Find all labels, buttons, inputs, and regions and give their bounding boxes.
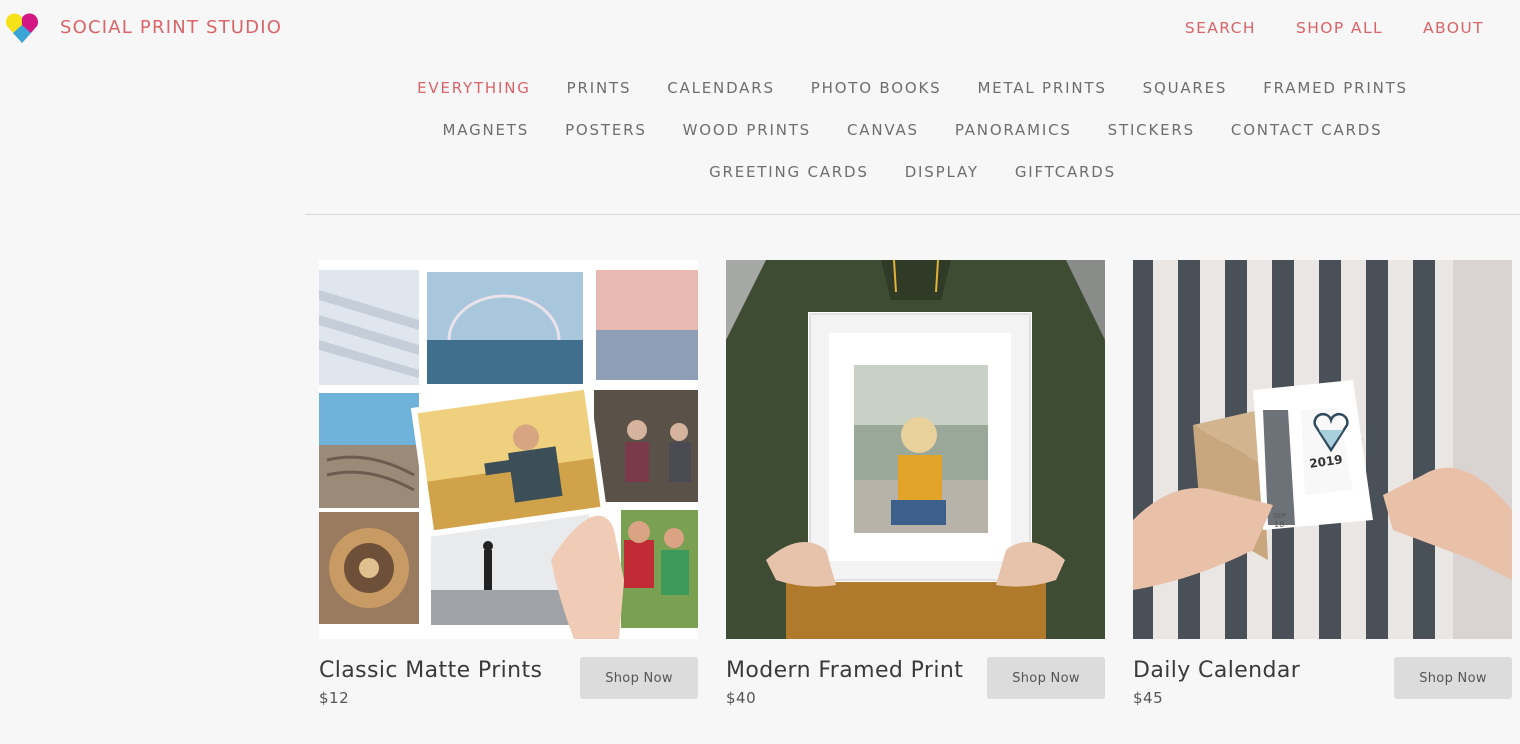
category-posters[interactable]: POSTERS — [565, 120, 647, 141]
shop-now-button[interactable]: Shop Now — [987, 657, 1105, 699]
category-display[interactable]: DISPLAY — [905, 162, 979, 183]
top-nav: SEARCH SHOP ALL ABOUT — [1185, 19, 1484, 37]
category-metal-prints[interactable]: METAL PRINTS — [977, 78, 1106, 99]
category-prints[interactable]: PRINTS — [567, 78, 632, 99]
page: SOCIAL PRINT STUDIO SEARCH SHOP ALL ABOU… — [0, 0, 1520, 744]
category-stickers[interactable]: STICKERS — [1108, 120, 1195, 141]
divider — [305, 214, 1520, 215]
category-photo-books[interactable]: PHOTO BOOKS — [811, 78, 942, 99]
product-info: Classic Matte Prints $12 Shop Now — [319, 639, 698, 729]
search-link[interactable]: SEARCH — [1185, 19, 1256, 37]
calendar-month: SEP — [1273, 512, 1286, 520]
shop-now-button[interactable]: Shop Now — [580, 657, 698, 699]
category-framed-prints[interactable]: FRAMED PRINTS — [1263, 78, 1408, 99]
product-image-daily-calendar[interactable]: SEP 18 2019 — [1133, 260, 1512, 639]
category-canvas[interactable]: CANVAS — [847, 120, 919, 141]
calendar-day: 18 — [1274, 520, 1284, 529]
product-price: $45 — [1133, 689, 1164, 707]
category-row: MAGNETS POSTERS WOOD PRINTS CANVAS PANOR… — [443, 120, 1383, 141]
product-price: $40 — [726, 689, 757, 707]
category-greeting-cards[interactable]: GREETING CARDS — [709, 162, 869, 183]
product-image-framed-print[interactable] — [726, 260, 1105, 639]
product-image-collage[interactable] — [319, 260, 698, 639]
product-card-modern-framed-print: Modern Framed Print $40 Shop Now — [726, 260, 1105, 729]
category-row: EVERYTHING PRINTS CALENDARS PHOTO BOOKS … — [417, 78, 1408, 99]
about-link[interactable]: ABOUT — [1423, 19, 1484, 37]
brand-name[interactable]: SOCIAL PRINT STUDIO — [60, 17, 282, 38]
product-name[interactable]: Daily Calendar — [1133, 658, 1300, 683]
category-magnets[interactable]: MAGNETS — [443, 120, 530, 141]
category-panoramics[interactable]: PANORAMICS — [955, 120, 1072, 141]
product-card-classic-matte-prints: Classic Matte Prints $12 Shop Now — [319, 260, 698, 729]
category-giftcards[interactable]: GIFTCARDS — [1015, 162, 1116, 183]
category-wood-prints[interactable]: WOOD PRINTS — [683, 120, 811, 141]
heart-logo-icon[interactable] — [4, 9, 42, 47]
shop-now-button[interactable]: Shop Now — [1394, 657, 1512, 699]
product-card-daily-calendar: SEP 18 2019 Daily Calendar $45 Shop Now — [1133, 260, 1512, 729]
product-name[interactable]: Classic Matte Prints — [319, 658, 542, 683]
product-price: $12 — [319, 689, 350, 707]
category-contact-cards[interactable]: CONTACT CARDS — [1231, 120, 1383, 141]
product-info: Daily Calendar $45 Shop Now — [1133, 639, 1512, 729]
shop-all-link[interactable]: SHOP ALL — [1296, 19, 1383, 37]
category-squares[interactable]: SQUARES — [1143, 78, 1228, 99]
product-name[interactable]: Modern Framed Print — [726, 658, 963, 683]
product-info: Modern Framed Print $40 Shop Now — [726, 639, 1105, 729]
category-calendars[interactable]: CALENDARS — [667, 78, 774, 99]
category-row: GREETING CARDS DISPLAY GIFTCARDS — [709, 162, 1116, 183]
category-nav: EVERYTHING PRINTS CALENDARS PHOTO BOOKS … — [305, 78, 1520, 183]
category-everything[interactable]: EVERYTHING — [417, 78, 531, 99]
